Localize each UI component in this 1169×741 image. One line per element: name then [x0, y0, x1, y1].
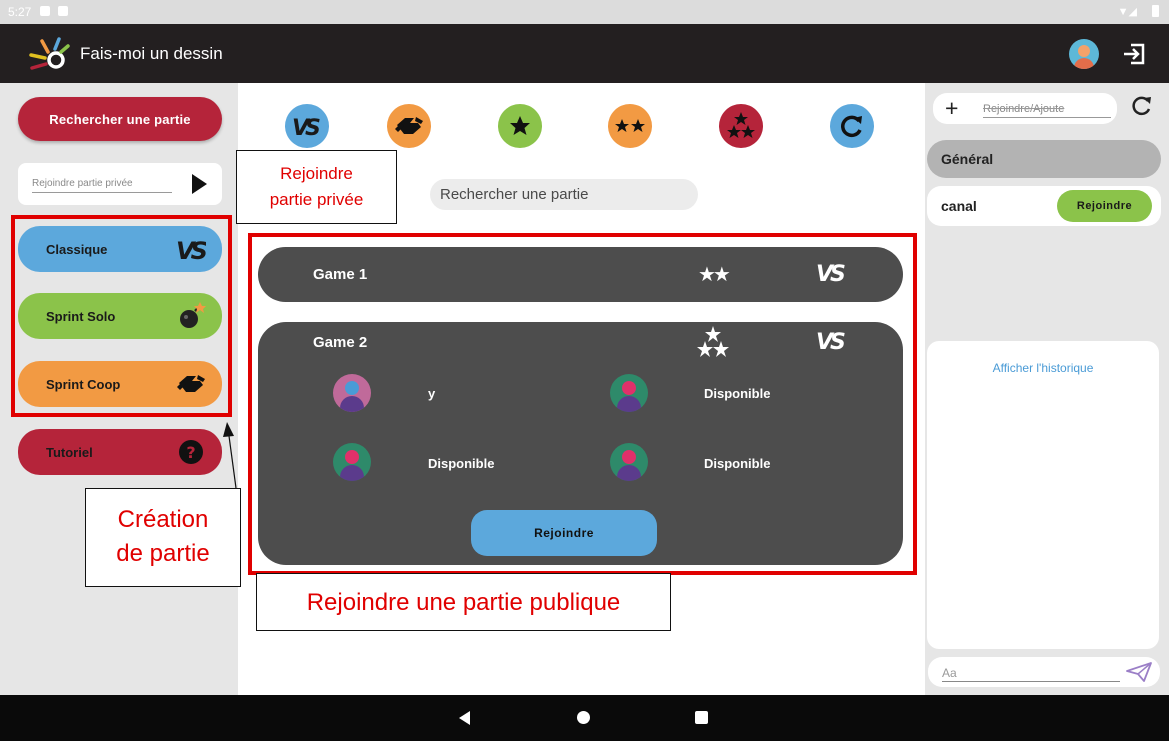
settings-status-icon: [40, 6, 50, 16]
recents-icon[interactable]: [695, 711, 708, 724]
vs-icon: VS: [292, 116, 323, 140]
mode-tutoriel-button[interactable]: Tutoriel ?: [18, 429, 222, 475]
filter-classique-button[interactable]: VS: [285, 104, 329, 148]
avatar-body: [1074, 58, 1094, 69]
annotation-public-join: Rejoindre une partie publique: [256, 573, 671, 631]
battery-icon: [1152, 5, 1159, 17]
notification-status-icon: [58, 6, 68, 16]
chat-messages: Afficher l'historique: [927, 341, 1159, 649]
filter-coop-button[interactable]: [387, 104, 431, 148]
search-game-input[interactable]: Rechercher une partie: [430, 179, 698, 210]
channel-add-field[interactable]: + Rejoindre/Ajoute: [933, 93, 1117, 124]
join-channel-button[interactable]: Rejoindre: [1057, 190, 1152, 222]
filter-hard-button[interactable]: [719, 104, 763, 148]
app-title: Fais-moi un dessin: [80, 44, 223, 63]
add-channel-icon[interactable]: +: [945, 95, 958, 122]
svg-text:VS: VS: [292, 116, 320, 140]
wifi-icon: ▼◢: [1117, 6, 1137, 18]
show-history-link[interactable]: Afficher l'historique: [927, 361, 1159, 375]
filter-easy-button[interactable]: [498, 104, 542, 148]
channel-canal[interactable]: canal Rejoindre: [927, 186, 1161, 226]
play-icon[interactable]: [192, 174, 207, 194]
svg-text:?: ?: [186, 443, 195, 462]
message-input[interactable]: Aa: [942, 666, 1120, 682]
refresh-games-button[interactable]: [830, 104, 874, 148]
join-channel-label: Rejoindre: [1076, 200, 1133, 212]
mode-label: Tutoriel: [46, 444, 93, 460]
two-stars-icon: [615, 119, 645, 132]
annotation-text: Rejoindre: [280, 164, 353, 183]
private-join-field[interactable]: Rejoindre partie privée: [18, 163, 222, 205]
refresh-channels-icon[interactable]: [1131, 95, 1153, 117]
search-game-button[interactable]: Rechercher une partie: [18, 97, 222, 141]
annotation-private-join: Rejoindre partie privée: [236, 150, 397, 224]
annotation-text: partie privée: [269, 190, 364, 209]
handshake-icon: [395, 117, 423, 134]
three-stars-icon: [727, 112, 755, 138]
status-bar: 5:27 ▼◢: [0, 0, 1169, 24]
status-time: 5:27: [8, 5, 32, 19]
private-join-input[interactable]: Rejoindre partie privée: [32, 178, 172, 193]
profile-avatar[interactable]: [1069, 39, 1099, 69]
search-game-button-label: Rechercher une partie: [49, 111, 191, 127]
filter-medium-button[interactable]: [608, 104, 652, 148]
message-field[interactable]: Aa: [928, 657, 1160, 687]
channel-name: canal: [941, 198, 977, 214]
one-star-icon: [510, 116, 530, 135]
annotation-box-public: [248, 233, 917, 575]
annotation-text: Création: [117, 506, 209, 533]
annotation-box-creation: [11, 215, 232, 417]
logout-icon[interactable]: [1121, 41, 1147, 67]
app-logo-icon: [29, 37, 70, 70]
system-nav-bar: [0, 695, 1169, 741]
chat-panel: + Rejoindre/Ajoute Général canal Rejoind…: [925, 83, 1169, 695]
app-bar: Fais-moi un dessin: [0, 24, 1169, 83]
channel-general[interactable]: Général: [927, 140, 1161, 178]
app-screen: 5:27 ▼◢ Fais-moi un dessin Rechercher un…: [0, 0, 1169, 741]
avatar-head: [1078, 45, 1090, 57]
back-icon[interactable]: [459, 711, 470, 725]
annotation-creation: Création de partie: [85, 488, 241, 587]
refresh-icon: [841, 115, 862, 138]
help-icon: ?: [179, 440, 203, 464]
annotation-text: de partie: [116, 540, 210, 567]
channel-input[interactable]: Rejoindre/Ajoute: [983, 103, 1111, 118]
home-icon[interactable]: [577, 711, 590, 724]
send-icon[interactable]: [1126, 662, 1152, 682]
